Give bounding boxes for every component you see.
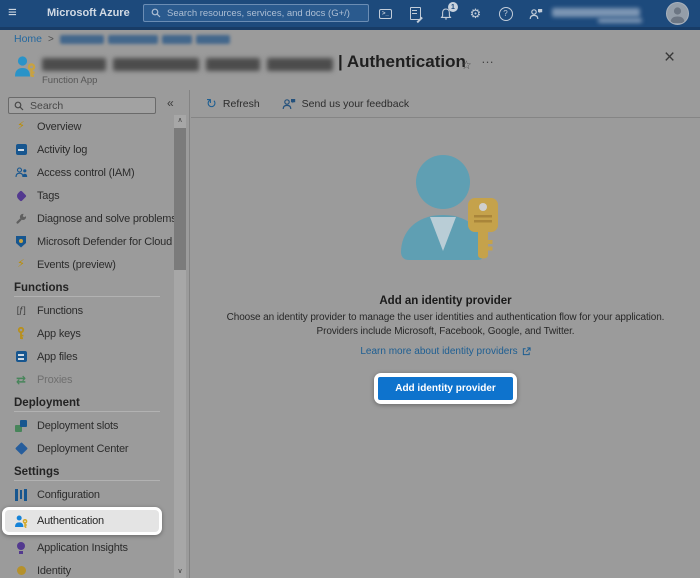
sidebar-item-deployment-center[interactable]: Deployment Center xyxy=(0,437,174,460)
sidebar-item-proxies[interactable]: ⇄ Proxies xyxy=(0,368,174,391)
resource-sidebar: « ⚡ Overview Activity log Access control… xyxy=(0,90,190,578)
divider xyxy=(14,411,160,412)
feedback-icon[interactable] xyxy=(528,6,543,21)
redacted-breadcrumb-resource[interactable] xyxy=(59,34,230,44)
sidebar-search[interactable] xyxy=(8,97,156,114)
sidebar-item-tags[interactable]: Tags xyxy=(0,184,174,207)
divider xyxy=(14,480,160,481)
sidebar-item-functions[interactable]: [ƒ] Functions xyxy=(0,299,174,322)
sidebar-search-input[interactable] xyxy=(28,98,155,113)
tags-icon xyxy=(14,189,28,203)
refresh-icon: ↻ xyxy=(206,96,217,111)
overview-icon: ⚡ xyxy=(17,120,25,132)
global-search-input[interactable] xyxy=(165,6,368,20)
sidebar-section-deployment: Deployment xyxy=(14,397,80,409)
sidebar-section-functions: Functions xyxy=(14,282,69,294)
add-identity-provider-button[interactable]: Add identity provider xyxy=(378,377,513,400)
sidebar-item-application-insights[interactable]: Application Insights xyxy=(0,536,174,559)
redacted-account-directory xyxy=(598,18,642,23)
sidebar-item-app-keys[interactable]: App keys xyxy=(0,322,174,345)
notification-badge: 1 xyxy=(448,2,458,12)
breadcrumb-home-link[interactable]: Home xyxy=(14,33,42,45)
redacted-account-name xyxy=(552,8,640,17)
sidebar-item-overview[interactable]: ⚡ Overview xyxy=(0,115,174,138)
redacted-resource-title xyxy=(42,58,333,71)
directory-filter-icon[interactable] xyxy=(408,6,423,23)
account-info[interactable] xyxy=(552,0,652,27)
external-link-icon xyxy=(522,347,531,356)
search-icon xyxy=(151,8,161,18)
sidebar-menu: ⚡ Overview Activity log Access control (… xyxy=(0,115,177,578)
azure-brand[interactable]: Microsoft Azure xyxy=(47,7,130,19)
add-provider-highlight-callout: Add identity provider xyxy=(374,373,517,404)
wrench-icon xyxy=(14,212,28,226)
sidebar-item-app-files[interactable]: App files xyxy=(0,345,174,368)
sidebar-item-identity[interactable]: Identity xyxy=(0,559,174,578)
empty-state-heading: Add an identity provider xyxy=(379,295,512,307)
learn-more-link[interactable]: Learn more about identity providers xyxy=(360,346,531,357)
identity-person-key-illustration xyxy=(400,155,498,260)
breadcrumb: Home > xyxy=(14,33,230,45)
sidebar-item-activity-log[interactable]: Activity log xyxy=(0,138,174,161)
deployment-slots-icon xyxy=(14,419,28,433)
azure-topbar: ≡ Microsoft Azure >_ 1 ⚙ ? xyxy=(0,0,700,30)
activity-log-icon xyxy=(14,143,28,157)
sidebar-scrollbar[interactable]: ∧ ∨ xyxy=(174,115,186,578)
divider xyxy=(14,296,160,297)
breadcrumb-separator: > xyxy=(48,33,54,45)
access-control-icon xyxy=(14,166,28,180)
app-files-icon xyxy=(14,350,28,364)
key-icon xyxy=(14,327,28,341)
configuration-sliders-icon xyxy=(14,488,28,502)
send-feedback-button[interactable]: Send us your feedback xyxy=(282,98,409,110)
sidebar-item-access-control[interactable]: Access control (IAM) xyxy=(0,161,174,184)
favorite-star-icon[interactable]: ☆ xyxy=(461,58,472,72)
hamburger-menu-icon[interactable]: ≡ xyxy=(8,4,17,21)
sidebar-item-authentication[interactable]: Authentication xyxy=(5,510,159,532)
proxies-icon: ⇄ xyxy=(15,372,27,387)
search-icon xyxy=(14,101,24,110)
more-options-icon[interactable]: … xyxy=(481,51,495,66)
scrollbar-thumb[interactable] xyxy=(174,128,186,270)
sidebar-item-deployment-slots[interactable]: Deployment slots xyxy=(0,414,174,437)
scroll-up-icon[interactable]: ∧ xyxy=(174,115,186,127)
sidebar-section-settings: Settings xyxy=(14,466,60,478)
authentication-highlight-callout: Authentication xyxy=(2,507,162,535)
settings-gear-icon[interactable]: ⚙ xyxy=(468,6,483,21)
page-title: | Authentication xyxy=(338,52,466,71)
sidebar-collapse-icon[interactable]: « xyxy=(167,96,174,110)
authentication-person-key-icon xyxy=(14,514,28,528)
shield-icon xyxy=(14,235,28,249)
deployment-center-icon xyxy=(14,442,28,456)
empty-state-description: Choose an identity provider to manage th… xyxy=(226,312,665,337)
authentication-blade-content: Add an identity provider Choose an ident… xyxy=(191,118,700,578)
refresh-button[interactable]: ↻ Refresh xyxy=(206,97,260,110)
feedback-person-icon xyxy=(282,98,295,109)
sidebar-item-diagnose[interactable]: Diagnose and solve problems xyxy=(0,207,177,230)
application-insights-icon xyxy=(14,541,28,555)
resource-type-label: Function App xyxy=(42,75,98,86)
close-blade-icon[interactable]: × xyxy=(664,48,675,67)
cloud-shell-icon[interactable]: >_ xyxy=(378,6,393,21)
avatar[interactable] xyxy=(666,2,689,25)
events-bolt-icon: ⚡ xyxy=(17,258,25,270)
sidebar-item-configuration[interactable]: Configuration xyxy=(0,483,174,506)
global-search[interactable] xyxy=(143,4,369,22)
functions-icon: [ƒ] xyxy=(16,305,26,315)
blade-toolbar: ↻ Refresh Send us your feedback xyxy=(191,90,700,118)
scroll-down-icon[interactable]: ∨ xyxy=(174,566,186,578)
sidebar-item-defender[interactable]: Microsoft Defender for Cloud xyxy=(0,230,174,253)
notifications-bell-icon[interactable]: 1 xyxy=(438,2,458,21)
function-app-icon xyxy=(15,56,36,77)
sidebar-item-events[interactable]: ⚡ Events (preview) xyxy=(0,253,174,276)
identity-icon xyxy=(14,564,28,578)
help-icon[interactable]: ? xyxy=(498,6,513,21)
